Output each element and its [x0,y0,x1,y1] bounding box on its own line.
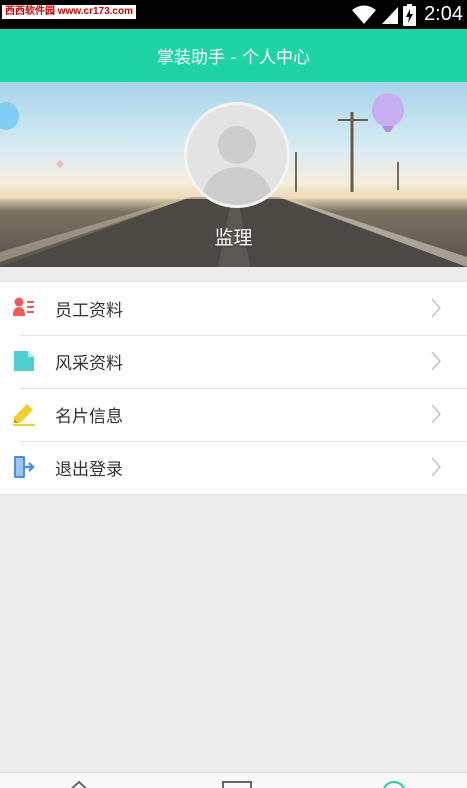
logout-icon [12,455,36,479]
status-icons: 2:04 [351,0,467,29]
user-role: 监理 [214,227,253,249]
bottom-nav [0,772,467,788]
title-bar: 掌装助手 - 个人中心 [0,29,467,82]
profile-banner: 监理 [0,82,467,267]
menu-item-label: 退出登录 [55,460,123,480]
default-avatar-icon [201,126,273,205]
profile-menu: 员工资料 风采资料 名片信息 退出登录 [0,281,467,495]
signal-icon [381,5,399,25]
chevron-right-icon [431,404,442,428]
avatar[interactable] [184,102,290,208]
status-clock: 2:04 [424,3,463,25]
menu-item-business-card[interactable]: 名片信息 [0,388,467,441]
profile-icon[interactable] [381,779,407,788]
card-icon[interactable] [222,779,252,788]
menu-item-label: 员工资料 [55,301,123,321]
watermark: 西西软件园 www.cr173.com [2,5,136,19]
employee-card-icon [12,296,36,320]
menu-item-label: 名片信息 [55,407,123,427]
menu-item-label: 风采资料 [55,354,123,374]
battery-charging-icon [403,3,417,26]
menu-item-style-info[interactable]: 风采资料 [0,335,467,388]
chevron-right-icon [431,351,442,375]
document-icon [12,349,36,373]
wifi-icon [351,5,377,25]
home-icon[interactable] [66,779,92,788]
status-bar: 西西软件园 www.cr173.com 2:04 [0,0,467,29]
menu-item-employee-info[interactable]: 员工资料 [0,282,467,335]
chevron-right-icon [431,457,442,481]
menu-item-logout[interactable]: 退出登录 [0,441,467,494]
page-title: 掌装助手 - 个人中心 [157,48,310,68]
chevron-right-icon [431,298,442,322]
pencil-icon [12,402,36,426]
